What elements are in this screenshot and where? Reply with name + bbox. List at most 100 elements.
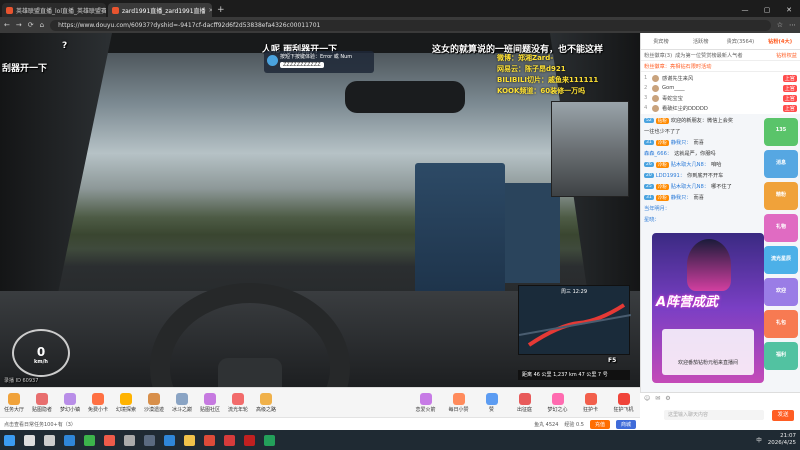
tab-zard-live[interactable]: zard1991直播_zard1991直播 ✕ (108, 3, 212, 17)
home-icon[interactable]: ⌂ (40, 21, 44, 29)
rank-row[interactable]: 3 毒蛇宝宝 上官 (644, 93, 797, 103)
side-ad[interactable]: 欢迎 (764, 278, 798, 306)
gift-item[interactable]: 恋爱火箭 (409, 392, 442, 413)
promo-banner[interactable]: A阵营成武 欢迎番茄钻粉元稻来直播间 (652, 233, 764, 383)
fans-rights-link[interactable]: 钻粉权益 (776, 52, 797, 59)
gift-icon (204, 392, 216, 405)
side-ad[interactable]: 流光星辰 (764, 246, 798, 274)
chrome-icon[interactable] (204, 434, 215, 446)
netease-icon[interactable] (224, 434, 235, 446)
chat-input[interactable]: 这里输入聊天内容 (664, 410, 764, 420)
rank-number: 1 (644, 75, 648, 81)
fans-badge: 冷粉 (655, 183, 669, 190)
new-tab-button[interactable]: + (217, 3, 225, 17)
edge-icon[interactable] (64, 434, 75, 446)
back-icon[interactable]: ← (4, 21, 10, 29)
star-icon[interactable]: ☆ (777, 21, 783, 29)
gift-item[interactable]: 每日小赞 (442, 392, 475, 413)
gift-item[interactable]: 流光年轮 (224, 392, 252, 413)
speed-value: 0 (36, 345, 46, 359)
gift-item[interactable]: 赞 (475, 392, 508, 413)
cross-icon[interactable] (124, 434, 135, 446)
emoji-icon[interactable]: ☺ (644, 395, 650, 402)
rank-row[interactable]: 1 感谢先生来风 上官 (644, 73, 797, 83)
chat-user[interactable]: 贴木取大几N8： (671, 183, 709, 190)
menu-icon[interactable]: ⋯ (789, 21, 796, 29)
task-hint[interactable]: 点击查看日常任务100+有（3） (4, 421, 76, 428)
side-ad[interactable]: 消息 (764, 150, 798, 178)
side-ad[interactable]: 福利 (764, 342, 798, 370)
gift-item[interactable]: 贴图隐者 (28, 392, 56, 413)
windows-icon[interactable] (4, 434, 15, 446)
close-icon[interactable]: ✕ (209, 7, 212, 14)
settings-icon[interactable]: ⚙ (665, 395, 670, 402)
clock[interactable]: 21:07 2026/4/25 (768, 433, 796, 447)
rank-number: 4 (644, 105, 648, 111)
gift-item[interactable]: 任务大厅 (0, 392, 28, 413)
charge-button[interactable]: 充值 (589, 419, 610, 429)
tab-diamond-fans[interactable]: 钻粉(4大) (760, 38, 800, 45)
url-input[interactable]: https://www.douyu.com/60937?dyshid=-9417… (50, 19, 771, 31)
rear-camera (551, 101, 629, 197)
gift-item[interactable]: 狂护飞机 (607, 392, 640, 413)
app-icon[interactable] (104, 434, 115, 446)
tab-active-rank[interactable]: 活跃榜 (681, 38, 721, 45)
minimize-button[interactable]: — (734, 3, 756, 17)
rank-badge: 上官 (782, 74, 797, 82)
side-ad[interactable]: 礼包 (764, 310, 798, 338)
music-label: 网易云：陈子昂d921 (497, 65, 566, 73)
gift-item[interactable]: 梦幻之心 (541, 392, 574, 413)
level-badge: 31 (644, 140, 654, 145)
gift-item[interactable]: 免费小卡 (84, 392, 112, 413)
rank-row[interactable]: 2 Gom____ 上官 (644, 83, 797, 93)
folder-icon[interactable] (184, 434, 195, 446)
taskview-icon[interactable] (44, 434, 55, 446)
side-ad[interactable]: 135 (764, 118, 798, 146)
side-ad[interactable]: 礼物 (764, 214, 798, 242)
maximize-button[interactable]: ▢ (756, 3, 778, 17)
terminal-icon[interactable] (264, 434, 275, 446)
gift-item[interactable]: 贴图社区 (196, 392, 224, 413)
video-player[interactable]: ? 人呢 雨刮器开一下 刮器开一下 这女的就算说的一班间题没有，也不能这样 按短… (0, 33, 640, 387)
tab-vip-rank[interactable]: 贵宾榜 (641, 38, 681, 45)
chat-user[interactable]: 星晓： (644, 216, 660, 223)
mail-icon[interactable]: ✉ (655, 395, 660, 402)
gift-item[interactable]: 幻境探索 (112, 392, 140, 413)
gift-icon (419, 392, 432, 405)
chat-text: 一往也少不了了 (644, 129, 681, 135)
game-truck-trailer (505, 183, 560, 283)
map-time: 周三 12:29 (561, 289, 587, 295)
wechat-icon[interactable] (84, 434, 95, 446)
ime-indicator[interactable]: 中 (756, 436, 762, 444)
fans-subbar: 粉丝徽章(3) 成为第一位赞赏榜最新人气者 钻粉权益 (641, 50, 800, 61)
info-bar: 点击查看日常任务100+有（3） 鱼丸 4524 经验 0.5 充值 商城 (0, 417, 640, 430)
gift-item[interactable]: 高级之路 (252, 392, 280, 413)
forward-icon[interactable]: → (16, 21, 22, 29)
shop-button[interactable]: 商城 (615, 419, 636, 429)
gift-item[interactable]: 沙漠遗迹 (140, 392, 168, 413)
fans-badge-label[interactable]: 粉丝徽章(3) (644, 52, 672, 59)
tab-lol-live[interactable]: 英雄联盟直播_lol直播_英雄联盟赛✕ (2, 3, 106, 17)
red-icon[interactable] (244, 434, 255, 446)
rank-name: 感谢先生来风 (662, 75, 694, 82)
reload-icon[interactable]: ⟳ (28, 21, 34, 29)
chat-user[interactable]: 静我只： (671, 139, 692, 146)
gift-item[interactable]: 出征庭 (508, 392, 541, 413)
chat-user[interactable]: 贴木取大几N8： (671, 161, 709, 168)
tab-vip[interactable]: 贵宾(3564) (721, 38, 761, 45)
send-button[interactable]: 发送 (772, 410, 794, 421)
edge-icon[interactable] (164, 434, 175, 446)
chat-user[interactable]: 森森_666： (644, 150, 672, 157)
gift-item[interactable]: 狂护卡 (574, 392, 607, 413)
search-icon[interactable] (24, 434, 35, 446)
side-ad[interactable]: 精粉 (764, 182, 798, 210)
chat-user[interactable]: 当年明月： (644, 205, 670, 212)
chat-user[interactable]: 静我只： (671, 194, 692, 201)
rank-row[interactable]: 4 看破红尘的DDDDD 上官 (644, 103, 797, 113)
gift-item[interactable]: 梦幻小镇 (56, 392, 84, 413)
close-window-button[interactable]: ✕ (778, 3, 800, 17)
steam-icon[interactable] (144, 434, 155, 446)
gift-item[interactable]: 冰斗之巅 (168, 392, 196, 413)
chat-user[interactable]: LDD1991： (656, 172, 685, 179)
window-controls: — ▢ ✕ (734, 3, 800, 17)
